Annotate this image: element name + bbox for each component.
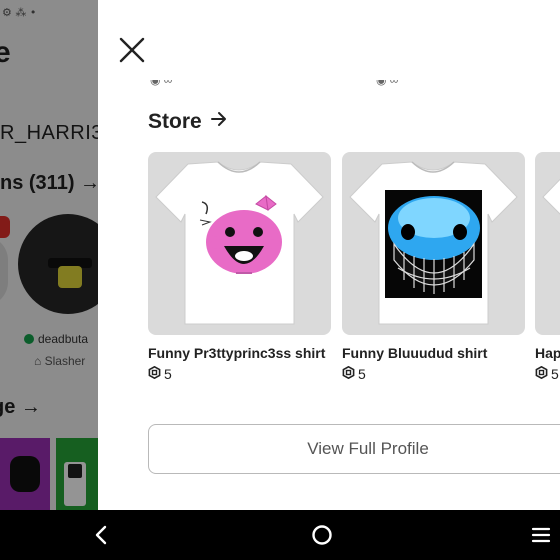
system-navigation-bar xyxy=(0,510,560,560)
item-thumbnail[interactable] xyxy=(148,152,331,335)
close-icon xyxy=(119,37,145,63)
store-item[interactable]: Hap 5 xyxy=(535,152,560,382)
nav-menu-button[interactable] xyxy=(530,524,552,546)
item-thumbnail[interactable] xyxy=(535,152,560,335)
modal-overlay[interactable] xyxy=(0,0,100,510)
tshirt-image xyxy=(155,161,324,325)
close-button[interactable] xyxy=(116,34,148,66)
tshirt-image xyxy=(349,161,518,325)
nav-home-button[interactable] xyxy=(309,522,335,548)
clipped-stat: ◉ ∞ xyxy=(150,80,173,87)
store-header-link[interactable]: Store xyxy=(148,110,228,134)
item-thumbnail[interactable] xyxy=(342,152,525,335)
profile-preview-panel: ◉ ∞ ◉ ∞ Store Funny Pr3ttyprinc3ss shirt… xyxy=(98,0,560,510)
item-name[interactable]: Hap xyxy=(535,345,560,361)
item-price-value: 5 xyxy=(358,366,366,382)
item-price-value: 5 xyxy=(164,366,172,382)
store-item[interactable]: Funny Bluuudud shirt 5 xyxy=(342,152,525,382)
nav-back-button[interactable] xyxy=(88,522,114,548)
item-price: 5 xyxy=(535,365,560,382)
item-price: 5 xyxy=(148,365,331,382)
view-full-profile-button[interactable]: View Full Profile xyxy=(148,424,560,474)
clipped-stat: ◉ ∞ xyxy=(376,80,399,87)
item-price-value: 5 xyxy=(551,366,559,382)
store-title: Store xyxy=(148,110,202,133)
menu-icon xyxy=(531,527,551,543)
home-circle-icon xyxy=(312,525,332,545)
tshirt-image xyxy=(542,178,560,215)
robux-icon xyxy=(148,365,161,382)
item-name[interactable]: Funny Pr3ttyprinc3ss shirt xyxy=(148,345,331,361)
item-name[interactable]: Funny Bluuudud shirt xyxy=(342,345,525,361)
robux-icon xyxy=(535,365,548,382)
item-price: 5 xyxy=(342,365,525,382)
store-item[interactable]: Funny Pr3ttyprinc3ss shirt 5 xyxy=(148,152,331,382)
back-chevron-icon xyxy=(95,525,107,545)
arrow-right-icon xyxy=(210,110,228,134)
robux-icon xyxy=(342,365,355,382)
